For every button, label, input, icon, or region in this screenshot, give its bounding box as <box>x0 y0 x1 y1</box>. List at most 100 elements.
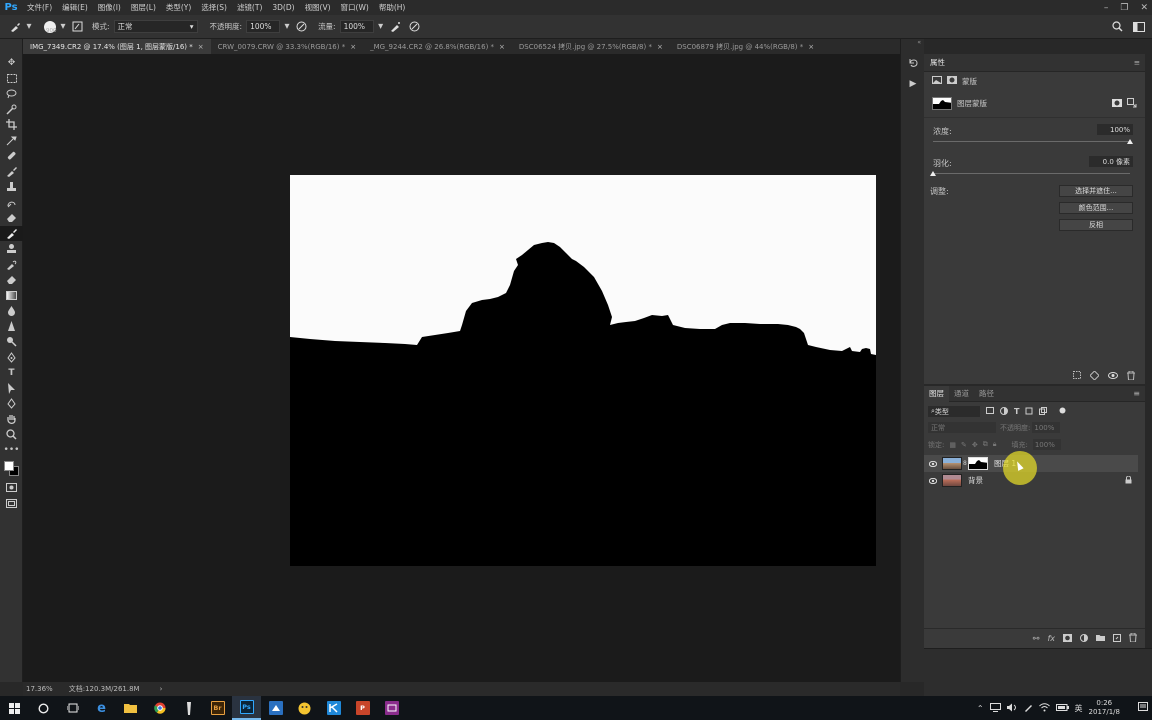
menu-file[interactable]: 文件(F) <box>22 2 57 13</box>
lock-artboard-icon[interactable]: ⧉ <box>983 440 988 449</box>
search-icon[interactable] <box>1110 20 1124 34</box>
density-input[interactable]: 100% <box>1097 124 1133 135</box>
menu-type[interactable]: 类型(Y) <box>161 2 196 13</box>
powerpoint-icon[interactable]: P <box>348 696 377 720</box>
hand-tool-icon[interactable] <box>0 412 23 428</box>
pen-icon[interactable] <box>1024 703 1033 714</box>
apply-mask-icon[interactable] <box>1089 369 1100 382</box>
foreground-color-swatch[interactable] <box>4 461 14 471</box>
lock-pixels-icon[interactable]: ✎ <box>961 441 967 449</box>
layer-style-fx-icon[interactable]: fx <box>1047 634 1055 643</box>
art-brush-tool-icon[interactable] <box>0 257 23 273</box>
menu-layer[interactable]: 图层(L) <box>126 2 161 13</box>
document-tab[interactable]: _MG_9244.CR2 @ 26.8%(RGB/16) * × <box>363 39 512 54</box>
clock[interactable]: 0:26 2017/1/8 <box>1089 699 1120 717</box>
density-slider-track[interactable] <box>933 141 1130 142</box>
close-icon[interactable]: × <box>808 43 814 51</box>
new-layer-icon[interactable] <box>1113 633 1121 644</box>
shape-tool-icon[interactable] <box>0 396 23 412</box>
brush-tool-icon[interactable] <box>0 164 23 180</box>
bridge-icon[interactable]: Br <box>203 696 232 720</box>
select-pixel-mask-icon[interactable] <box>1112 98 1122 109</box>
history-brush-tool-icon[interactable] <box>0 195 23 211</box>
document-tab[interactable]: DSC06524 拷贝.jpg @ 27.5%(RGB/8) * × <box>512 39 670 54</box>
panel-menu-icon[interactable]: ≡ <box>1133 389 1140 398</box>
close-icon[interactable]: × <box>350 43 356 51</box>
close-icon[interactable]: × <box>657 43 663 51</box>
quick-select-tool-icon[interactable] <box>0 102 23 118</box>
history-panel-icon[interactable] <box>901 51 925 73</box>
document-tab[interactable]: IMG_7349.CR2 @ 17.4% (图层 1, 图层蒙版/16) * × <box>23 39 211 54</box>
ime-indicator[interactable]: 英 <box>1075 703 1083 714</box>
menu-view[interactable]: 视图(V) <box>300 2 336 13</box>
chevron-down-icon[interactable]: ▾ <box>56 20 70 34</box>
app-purple-icon[interactable] <box>377 696 406 720</box>
delete-mask-icon[interactable] <box>1127 370 1135 382</box>
filter-adjustment-icon[interactable] <box>1000 406 1008 417</box>
actions-play-icon[interactable]: ▶ <box>901 73 925 95</box>
more-tools-icon[interactable]: ••• <box>0 443 23 459</box>
pressure-opacity-icon[interactable] <box>294 20 308 34</box>
filter-smart-object-icon[interactable] <box>1039 406 1048 417</box>
color-range-button[interactable]: 颜色范围... <box>1059 202 1133 214</box>
pen-tool-icon[interactable] <box>0 350 23 366</box>
marquee-tool-icon[interactable] <box>0 71 23 87</box>
panel-menu-icon[interactable]: ≡ <box>1134 58 1140 67</box>
chrome-icon[interactable] <box>145 696 174 720</box>
workspace-icon[interactable] <box>1132 20 1146 34</box>
edge-browser-icon[interactable]: e <box>87 696 116 720</box>
density-slider-handle[interactable] <box>1127 139 1133 144</box>
layer-filter-select[interactable]: ⌕ 类型 <box>928 406 980 417</box>
screen-mode-icon[interactable] <box>0 496 23 512</box>
close-icon[interactable]: × <box>198 43 204 51</box>
blend-mode-select[interactable]: 正常 <box>928 422 996 433</box>
task-view-icon[interactable] <box>58 696 87 720</box>
mode-select[interactable]: 正常 ▾ <box>113 20 198 33</box>
chevron-down-icon[interactable]: ▾ <box>22 20 36 34</box>
minimize-button[interactable]: – <box>1104 3 1109 13</box>
tab-channels[interactable]: 通道 <box>949 386 974 402</box>
zoom-tool-icon[interactable] <box>0 427 23 443</box>
dodge-tool-icon[interactable] <box>0 334 23 350</box>
menu-filter[interactable]: 滤镜(T) <box>232 2 267 13</box>
app-k-icon[interactable] <box>319 696 348 720</box>
layer-name[interactable]: 背景 <box>968 475 983 486</box>
battery-icon[interactable] <box>1055 703 1069 713</box>
tray-chevron-icon[interactable]: ⌃ <box>977 704 984 713</box>
path-select-tool-icon[interactable] <box>0 381 23 397</box>
restore-button[interactable]: ❐ <box>1120 3 1128 13</box>
move-tool-icon[interactable]: ✥ <box>0 55 23 71</box>
select-and-mask-button[interactable]: 选择并遮住... <box>1059 185 1133 197</box>
menu-image[interactable]: 图像(I) <box>93 2 126 13</box>
menu-select[interactable]: 选择(S) <box>196 2 232 13</box>
canvas-workspace[interactable] <box>23 54 900 682</box>
filter-shape-icon[interactable] <box>1025 407 1033 417</box>
lasso-tool-icon[interactable] <box>0 86 23 102</box>
new-group-icon[interactable] <box>1096 634 1105 643</box>
feather-slider-handle[interactable] <box>930 171 936 176</box>
app-blade-icon[interactable] <box>174 696 203 720</box>
action-center-icon[interactable] <box>1138 702 1148 714</box>
toggle-mask-visibility-icon[interactable] <box>1108 371 1118 381</box>
photoshop-taskbar-icon[interactable]: Ps <box>232 696 261 720</box>
brush-tool-icon[interactable] <box>8 20 22 34</box>
vector-mask-icon[interactable] <box>947 76 957 86</box>
app-blue-icon[interactable] <box>261 696 290 720</box>
network-icon[interactable] <box>989 702 1001 714</box>
add-mask-icon[interactable] <box>1063 633 1072 644</box>
menu-help[interactable]: 帮助(H) <box>374 2 411 13</box>
type-tool-icon[interactable]: T <box>0 365 23 381</box>
healing-brush-tool-icon[interactable] <box>0 148 23 164</box>
brush-settings-icon[interactable] <box>70 20 84 34</box>
clone-stamp-tool-icon[interactable] <box>0 179 23 195</box>
feather-input[interactable]: 0.0 像素 <box>1089 156 1133 167</box>
eyedropper-tool-icon[interactable] <box>0 133 23 149</box>
flow-input[interactable]: 100% <box>339 20 374 33</box>
document-tab[interactable]: DSC06879 拷贝.jpg @ 44%(RGB/8) * × <box>670 39 821 54</box>
sharpen-tool-icon[interactable] <box>0 319 23 335</box>
close-icon[interactable]: × <box>499 43 505 51</box>
chevron-down-icon[interactable]: ▾ <box>374 20 388 34</box>
eraser-tool-icon[interactable] <box>0 210 23 226</box>
cortana-icon[interactable] <box>29 696 58 720</box>
volume-icon[interactable] <box>1006 703 1018 714</box>
